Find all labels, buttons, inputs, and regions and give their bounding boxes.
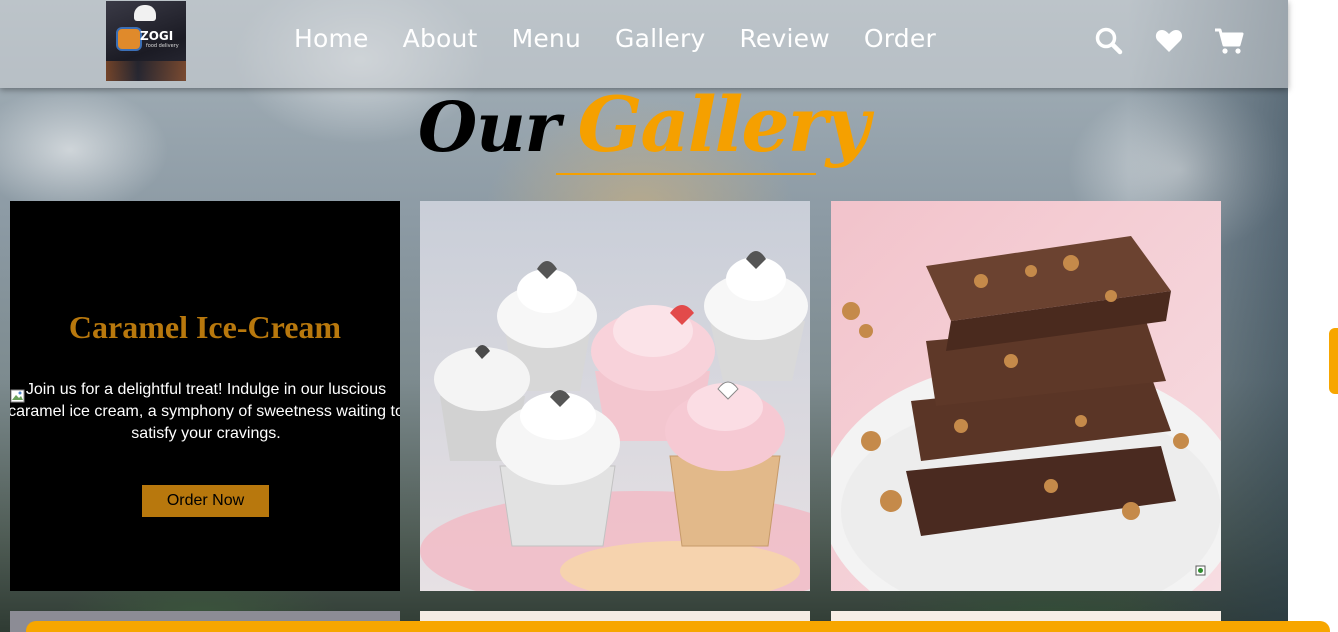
heading-word-2: Gallery	[577, 80, 870, 169]
gallery-card-brownies[interactable]	[831, 201, 1221, 591]
heading-word-1: Our	[418, 88, 560, 168]
orange-footer-bar	[26, 621, 1330, 632]
order-now-button[interactable]: Order Now	[142, 485, 269, 517]
site-header: ZOGI food delivery Home About Menu Galle…	[0, 0, 1288, 88]
gallery-heading: Our Gallery	[418, 80, 870, 169]
gallery-card-cupcakes[interactable]	[420, 201, 810, 591]
logo-subtext: food delivery	[146, 43, 179, 49]
broken-image-icon	[10, 388, 26, 404]
nav-gallery[interactable]: Gallery	[615, 24, 705, 53]
card-description: Join us for a delightful treat! Indulge …	[10, 381, 400, 442]
page-margin	[1288, 0, 1338, 632]
nav-menu[interactable]: Menu	[512, 24, 581, 53]
scroll-to-top-tab[interactable]	[1329, 328, 1338, 394]
card-title: Caramel Ice-Cream	[68, 309, 342, 345]
gallery-card-caramel[interactable]: Caramel Ice-Cream Join us for a delightf…	[10, 201, 400, 591]
cart-icon[interactable]	[1214, 26, 1244, 56]
header-icons	[1094, 26, 1244, 56]
main-nav: Home About Menu Gallery Review Order	[294, 24, 936, 53]
nav-home[interactable]: Home	[294, 24, 369, 53]
chef-face-icon	[116, 27, 142, 51]
heart-icon[interactable]	[1154, 26, 1184, 56]
chef-hat-icon	[134, 5, 156, 21]
logo[interactable]: ZOGI food delivery	[106, 1, 186, 81]
nav-order[interactable]: Order	[864, 24, 936, 53]
cupcakes-image	[420, 201, 810, 591]
nav-about[interactable]: About	[403, 24, 478, 53]
nav-review[interactable]: Review	[739, 24, 829, 53]
logo-text: ZOGI	[140, 29, 174, 43]
logo-decoration	[106, 61, 186, 81]
search-icon[interactable]	[1094, 26, 1124, 56]
heading-underline	[556, 173, 816, 175]
brownies-image	[831, 201, 1221, 591]
